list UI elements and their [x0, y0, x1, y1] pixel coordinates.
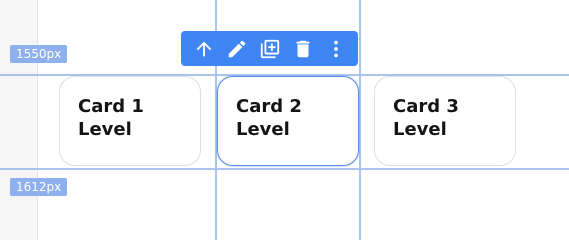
delete-button[interactable] [289, 35, 317, 63]
card-title: Card 1 Level [78, 96, 144, 140]
edit-button[interactable] [223, 35, 251, 63]
element-toolbar [181, 31, 358, 66]
pencil-icon [228, 40, 245, 57]
guide-label-top: 1550px [10, 45, 68, 63]
copy-add-icon [260, 39, 279, 58]
card-2[interactable]: Card 2 Level [217, 76, 359, 166]
trash-icon [296, 40, 309, 57]
card-3[interactable]: Card 3 Level [374, 76, 516, 166]
guide-line-bottom [0, 168, 569, 170]
more-vertical-icon [333, 40, 338, 57]
left-gutter [0, 0, 38, 240]
card-1[interactable]: Card 1 Level [59, 76, 201, 166]
arrow-up-icon [196, 41, 211, 56]
guide-line-right [359, 0, 361, 240]
card-title: Card 2 Level [236, 96, 302, 140]
card-title: Card 3 Level [393, 96, 459, 140]
move-up-button[interactable] [190, 35, 218, 63]
duplicate-button[interactable] [256, 35, 284, 63]
more-options-button[interactable] [322, 35, 350, 63]
guide-label-bottom: 1612px [10, 178, 68, 196]
